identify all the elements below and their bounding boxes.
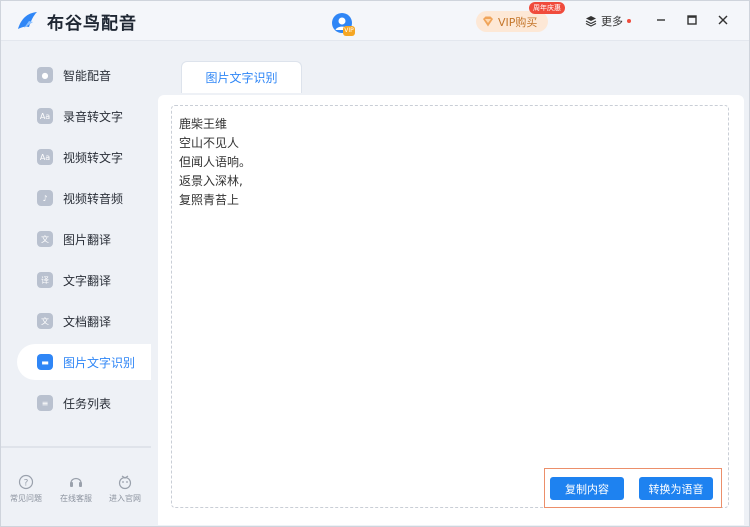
sidebar-divider xyxy=(1,446,151,448)
sidebar: ● 智能配音 Aa 录音转文字 Aa 视频转文字 ♪ 视频转音频 文 图片翻译 … xyxy=(1,41,151,526)
faq-label: 常见问题 xyxy=(10,494,42,503)
headset-icon xyxy=(70,477,82,487)
sidebar-item-task-list[interactable]: ≡ 任务列表 xyxy=(17,385,151,421)
app-window: 布谷鸟配音 VIP VIP购买 周年庆惠 更多 ● 智能配音 Aa 录音转文字 … xyxy=(0,0,750,527)
title-bar: 布谷鸟配音 VIP VIP购买 周年庆惠 更多 xyxy=(1,1,749,41)
copy-content-button[interactable]: 复制内容 xyxy=(550,477,624,500)
tab-label: 图片文字识别 xyxy=(205,71,278,85)
sidebar-item-smart-dubbing[interactable]: ● 智能配音 xyxy=(17,57,151,93)
sidebar-item-audio-to-text[interactable]: Aa 录音转文字 xyxy=(17,98,151,134)
audio-text-icon: Aa xyxy=(37,108,53,124)
official-site-link[interactable]: 进入官网 xyxy=(103,474,147,504)
sidebar-item-label: 智能配音 xyxy=(63,68,112,83)
layers-icon xyxy=(585,16,597,27)
diamond-icon xyxy=(483,16,493,27)
sidebar-item-label: 图片翻译 xyxy=(63,232,112,247)
minimize-button[interactable] xyxy=(653,12,669,28)
official-site-label: 进入官网 xyxy=(109,494,141,503)
text-line: 但闻人语响。 xyxy=(179,155,252,169)
more-menu[interactable]: 更多 xyxy=(585,13,631,29)
image-ocr-icon: ▬ xyxy=(37,354,53,370)
svg-text:?: ? xyxy=(24,479,29,489)
sidebar-item-image-translate[interactable]: 文 图片翻译 xyxy=(17,221,151,257)
text-line: 鹿柴王维 xyxy=(179,117,228,131)
result-text-area[interactable] xyxy=(171,105,729,508)
online-support-label: 在线客服 xyxy=(60,494,92,503)
sidebar-item-label: 图片文字识别 xyxy=(63,355,136,370)
close-button[interactable] xyxy=(715,12,731,28)
sidebar-item-label: 文字翻译 xyxy=(63,273,112,288)
website-icon xyxy=(118,475,132,490)
microphone-icon: ● xyxy=(37,67,53,83)
recognized-text: 鹿柴王维 空山不见人 但闻人语响。 返景入深林, 复照青苔上 xyxy=(179,115,251,210)
more-label: 更多 xyxy=(601,15,623,28)
promo-tag: 周年庆惠 xyxy=(529,2,565,14)
text-translate-icon: 译 xyxy=(37,272,53,288)
online-support-link[interactable]: 在线客服 xyxy=(54,474,98,504)
doc-translate-icon: 文 xyxy=(37,313,53,329)
question-icon: ? xyxy=(18,474,34,490)
video-audio-icon: ♪ xyxy=(37,190,53,206)
sidebar-item-video-to-text[interactable]: Aa 视频转文字 xyxy=(17,139,151,175)
video-text-icon: Aa xyxy=(37,149,53,165)
convert-to-speech-button[interactable]: 转换为语音 xyxy=(639,477,713,500)
text-line: 返景入深林, xyxy=(179,174,243,188)
image-translate-icon: 文 xyxy=(37,231,53,247)
sidebar-item-doc-translate[interactable]: 文 文档翻译 xyxy=(17,303,151,339)
text-line: 空山不见人 xyxy=(179,136,240,150)
sidebar-item-label: 录音转文字 xyxy=(63,109,124,124)
faq-link[interactable]: ? 常见问题 xyxy=(4,474,48,504)
text-line: 复照青苔上 xyxy=(179,193,240,207)
sidebar-item-video-to-audio[interactable]: ♪ 视频转音频 xyxy=(17,180,151,216)
sidebar-item-text-translate[interactable]: 译 文字翻译 xyxy=(17,262,151,298)
maximize-button[interactable] xyxy=(684,12,700,28)
sidebar-item-label: 视频转文字 xyxy=(63,150,124,165)
vip-badge: VIP xyxy=(343,26,355,36)
notification-dot xyxy=(627,19,631,23)
bird-logo-icon xyxy=(18,12,37,29)
app-title: 布谷鸟配音 xyxy=(47,14,137,34)
task-list-icon: ≡ xyxy=(37,395,53,411)
vip-purchase-label: VIP购买 xyxy=(498,15,538,29)
sidebar-item-label: 文档翻译 xyxy=(63,314,112,329)
tab-image-ocr[interactable]: 图片文字识别 xyxy=(181,61,302,93)
vip-purchase-button[interactable]: VIP购买 xyxy=(476,11,548,32)
sidebar-item-label: 任务列表 xyxy=(63,396,112,411)
sidebar-item-image-ocr[interactable]: ▬ 图片文字识别 xyxy=(17,344,151,380)
sidebar-item-label: 视频转音频 xyxy=(63,191,124,206)
